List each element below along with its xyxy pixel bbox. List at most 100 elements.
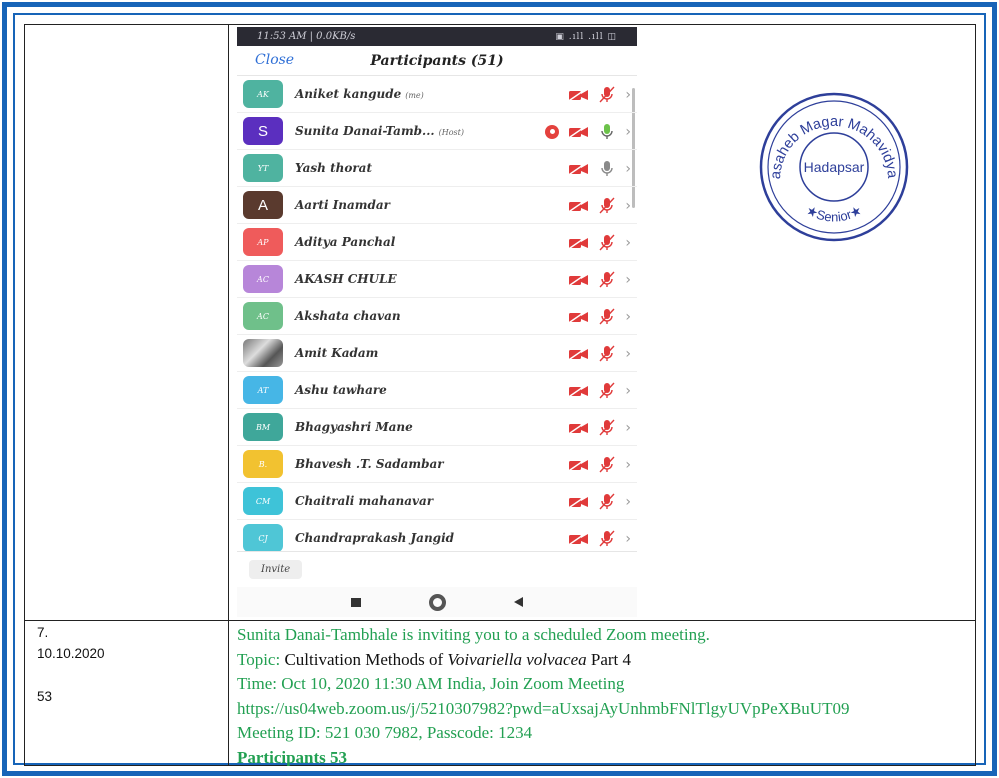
participant-row[interactable]: S Sunita Danai-Tamb... (Host) › [237, 113, 637, 150]
recording-icon [545, 124, 560, 139]
participant-row[interactable]: AC AKASH CHULE › [237, 261, 637, 298]
video-off-icon [569, 125, 589, 138]
participant-name: Chandraprakash Jangid [295, 531, 455, 545]
participant-row[interactable]: YT Yash thorat › [237, 150, 637, 187]
table-row-divider [24, 620, 976, 621]
video-off-icon [569, 88, 589, 101]
participant-row[interactable]: BM Bhagyashri Mane › [237, 409, 637, 446]
participant-status-icons: › [569, 335, 631, 372]
participant-avatar: CM [243, 487, 283, 515]
participant-row[interactable]: AC Akshata chavan › [237, 298, 637, 335]
mic-muted-icon [599, 493, 615, 511]
table-column-divider [228, 24, 229, 766]
participant-avatar: BM [243, 413, 283, 441]
entry-participant-count: 53 [37, 689, 53, 704]
chevron-right-icon[interactable]: › [625, 383, 631, 399]
participant-row[interactable]: CJ Chandraprakash Jangid › [237, 520, 637, 551]
topic-text-post: Part 4 [590, 649, 632, 669]
participant-status-icons: › [569, 298, 631, 335]
time-line: Time: Oct 10, 2020 11:30 AM India, Join … [237, 674, 625, 693]
invite-button[interactable]: Invite [249, 560, 303, 579]
meeting-id-line: Meeting ID: 521 030 7982, Passcode: 1234 [237, 723, 533, 742]
video-off-icon [569, 236, 589, 249]
mic-on-icon [599, 123, 615, 141]
invite-line: Sunita Danai-Tambhale is inviting you to… [237, 625, 710, 644]
mic-on-icon [599, 160, 615, 178]
participant-name: Bhagyashri Mane [295, 420, 413, 434]
mic-muted-icon [599, 308, 615, 326]
meeting-details-cell: Sunita Danai-Tambhale is inviting you to… [237, 623, 975, 766]
participant-name: Chaitrali mahanavar [295, 494, 434, 508]
mic-muted-icon [599, 271, 615, 289]
participant-avatar: AC [243, 265, 283, 293]
participant-row[interactable]: A Aarti Inamdar › [237, 187, 637, 224]
mic-muted-icon [599, 530, 615, 548]
participant-row[interactable]: AT Ashu tawhare › [237, 372, 637, 409]
participant-status-icons: › [569, 372, 631, 409]
participant-role-tag: (Host) [438, 128, 464, 137]
invite-bar: Invite [237, 551, 637, 587]
chevron-right-icon[interactable]: › [625, 161, 631, 177]
participant-row[interactable]: Amit Kadam › [237, 335, 637, 372]
participant-status-icons: › [569, 409, 631, 446]
chevron-right-icon[interactable]: › [625, 420, 631, 436]
participant-avatar: S [243, 117, 283, 145]
participant-row[interactable]: AP Aditya Panchal › [237, 224, 637, 261]
zoom-participants-screenshot: 11:53 AM | 0.0KB/s ▣ .ıll .ıll ◫ Close P… [237, 27, 637, 617]
chevron-right-icon[interactable]: › [625, 235, 631, 251]
participant-avatar: A [243, 191, 283, 219]
topic-label: Topic: [237, 649, 281, 669]
mic-muted-icon [599, 382, 615, 400]
meeting-url[interactable]: https://us04web.zoom.us/j/5210307982?pwd… [237, 697, 975, 722]
close-button[interactable]: Close [255, 52, 294, 68]
mic-muted-icon [599, 345, 615, 363]
chevron-right-icon[interactable]: › [625, 346, 631, 362]
recents-icon[interactable] [351, 597, 361, 607]
entry-date: 10.10.2020 [37, 646, 105, 661]
participant-name: Bhavesh .T. Sadambar [295, 457, 444, 471]
participant-avatar: YT [243, 154, 283, 182]
participants-header: Close Participants (51) [237, 46, 637, 76]
participant-avatar: AK [243, 80, 283, 108]
topic-line: Topic: Cultivation Methods of Voivariell… [237, 648, 975, 673]
participant-name: Amit Kadam [295, 346, 379, 360]
participant-role-tag: (me) [405, 91, 424, 100]
participant-name: Aarti Inamdar [295, 198, 390, 212]
chevron-right-icon[interactable]: › [625, 87, 631, 103]
participant-status-icons: › [569, 483, 631, 520]
participant-avatar: AC [243, 302, 283, 330]
chevron-right-icon[interactable]: › [625, 124, 631, 140]
chevron-right-icon[interactable]: › [625, 309, 631, 325]
phone-status-bar: 11:53 AM | 0.0KB/s ▣ .ıll .ıll ◫ [237, 27, 637, 46]
participant-avatar: AT [243, 376, 283, 404]
participant-row[interactable]: B. Bhavesh .T. Sadambar › [237, 446, 637, 483]
chevron-right-icon[interactable]: › [625, 457, 631, 473]
mic-muted-icon [599, 86, 615, 104]
chevron-right-icon[interactable]: › [625, 272, 631, 288]
participant-name: Akshata chavan [295, 309, 401, 323]
participant-status-icons: › [569, 520, 631, 551]
mic-muted-icon [599, 234, 615, 252]
participant-name: Aniket kangude (me) [295, 87, 424, 101]
stamp-bottom-text: ★Senior★ [804, 202, 865, 224]
status-signal-icons: ▣ .ıll .ıll ◫ [555, 31, 617, 42]
video-off-icon [569, 384, 589, 397]
participant-name: Ashu tawhare [295, 383, 387, 397]
participant-row[interactable]: CM Chaitrali mahanavar › [237, 483, 637, 520]
video-off-icon [569, 495, 589, 508]
chevron-right-icon[interactable]: › [625, 198, 631, 214]
participant-status-icons: › [569, 446, 631, 483]
participant-name: AKASH CHULE [295, 272, 397, 286]
participant-status-icons: › [569, 76, 631, 113]
video-off-icon [569, 532, 589, 545]
stamp-center-text: Hadapsar [804, 159, 865, 175]
back-icon[interactable] [514, 597, 523, 607]
participant-status-icons: › [569, 150, 631, 187]
video-off-icon [569, 458, 589, 471]
participant-list[interactable]: AK Aniket kangude (me) › S Sunita Danai-Tamb.… [237, 76, 637, 551]
participant-row[interactable]: AK Aniket kangude (me) › [237, 76, 637, 113]
chevron-right-icon[interactable]: › [625, 494, 631, 510]
home-icon[interactable] [429, 593, 446, 611]
chevron-right-icon[interactable]: › [625, 531, 631, 547]
participant-avatar: CJ [243, 524, 283, 551]
